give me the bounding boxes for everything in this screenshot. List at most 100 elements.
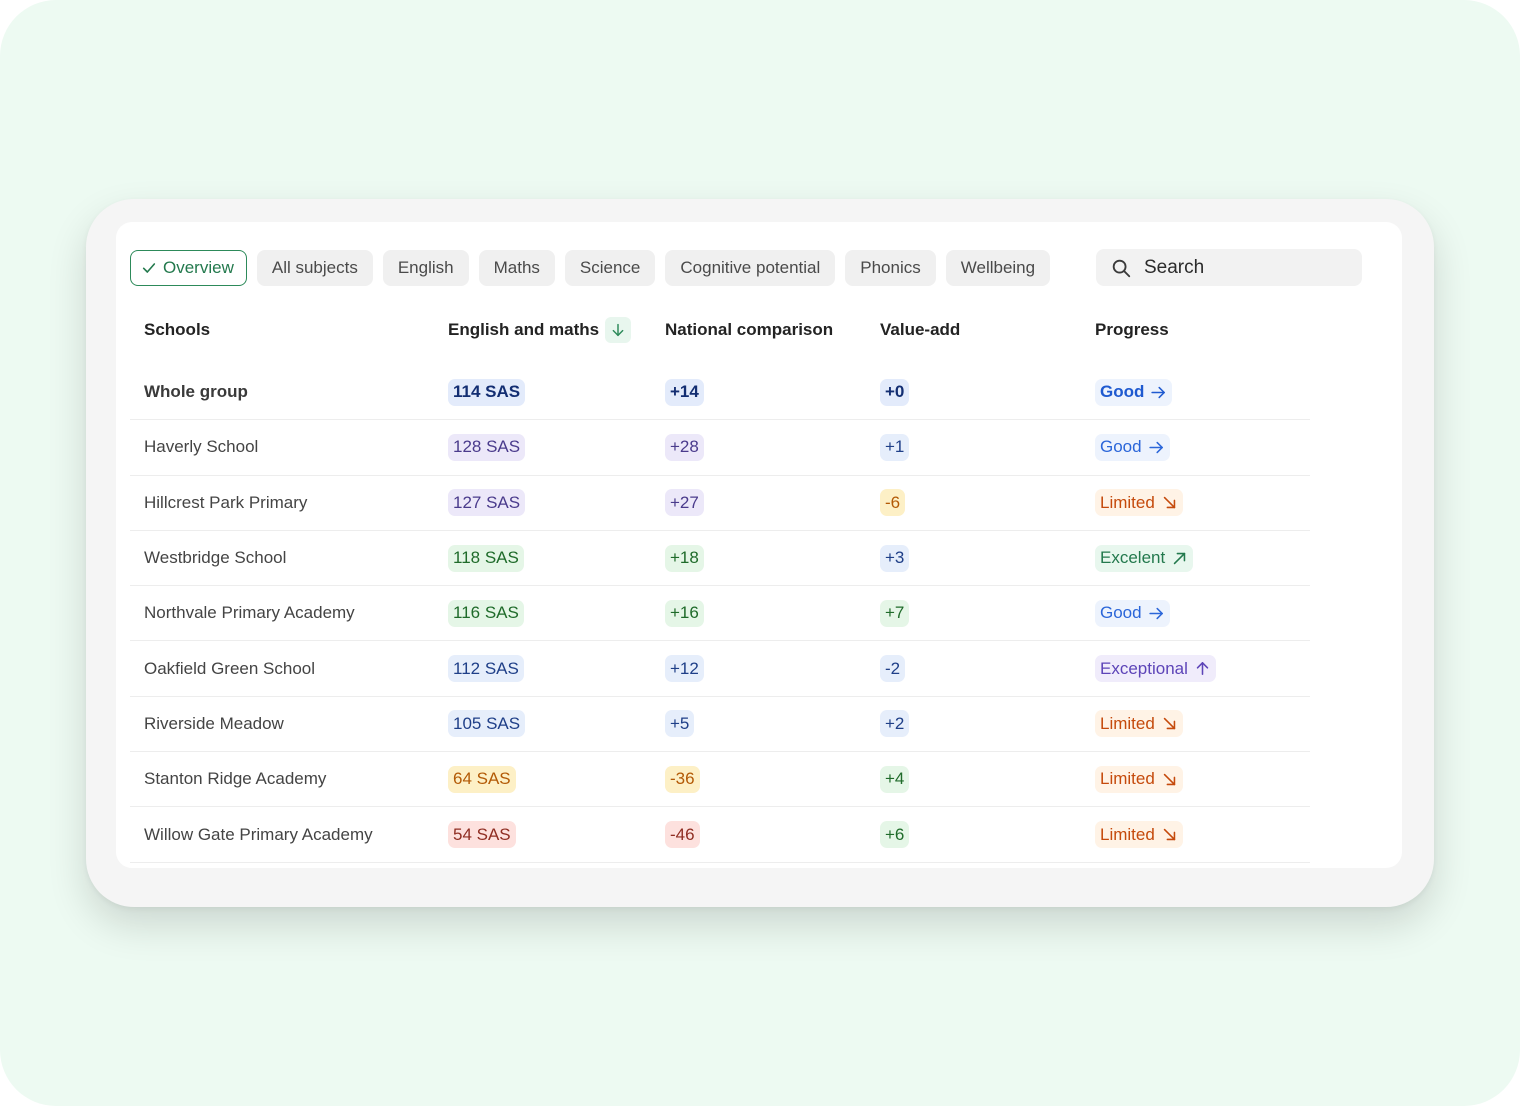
- school-name[interactable]: Oakfield Green School: [130, 659, 448, 679]
- school-name[interactable]: Haverly School: [130, 437, 448, 457]
- school-name[interactable]: Stanton Ridge Academy: [130, 769, 448, 789]
- schools-table: Schools English and maths National compa…: [130, 310, 1310, 863]
- score-badge: 64 SAS: [448, 765, 516, 793]
- school-name[interactable]: Whole group: [130, 382, 448, 402]
- progress-badge: Good: [1095, 599, 1170, 627]
- national-comparison-badge: -46: [665, 821, 700, 849]
- filter-chip-label: Maths: [493, 258, 540, 277]
- arrow-right-icon: [1148, 607, 1163, 620]
- arrow-right-icon: [1151, 386, 1166, 398]
- school-name[interactable]: Northvale Primary Academy: [130, 603, 448, 623]
- progress-cell: Limited: [1095, 489, 1310, 517]
- arrow-down-right-icon: [1163, 773, 1176, 785]
- progress-label: Limited: [1100, 769, 1155, 789]
- national-cell: -46: [665, 821, 880, 849]
- search-box[interactable]: [1096, 249, 1362, 286]
- national-cell: -36: [665, 765, 880, 793]
- value-add-badge: +7: [880, 599, 910, 627]
- score-cell: 54 SAS: [448, 821, 665, 849]
- score-cell: 128 SAS: [448, 433, 665, 461]
- header-value-add[interactable]: Value-add: [880, 320, 1095, 340]
- header-schools[interactable]: Schools: [130, 320, 448, 340]
- progress-badge: Limited: [1095, 821, 1183, 849]
- value-add-cell: +6: [880, 821, 1095, 849]
- national-comparison-badge: +14: [665, 378, 704, 406]
- score-badge: 118 SAS: [448, 544, 524, 572]
- school-name-text: Westbridge School: [144, 548, 287, 568]
- header-progress[interactable]: Progress: [1095, 320, 1310, 340]
- sort-button[interactable]: [605, 317, 632, 343]
- national-cell: +14: [665, 378, 880, 406]
- header-english-maths-label: English and maths: [448, 320, 600, 339]
- filter-chip-maths[interactable]: Maths: [478, 250, 555, 286]
- filter-chip-science[interactable]: Science: [564, 250, 656, 286]
- progress-cell: Limited: [1095, 821, 1310, 849]
- table-row[interactable]: Riverside Meadow 105 SAS +5 +2 Limited: [130, 697, 1310, 753]
- table-row[interactable]: Hillcrest Park Primary 127 SAS +27 -6 Limite…: [130, 476, 1310, 531]
- filter-chip-all-subjects[interactable]: All subjects: [256, 250, 373, 286]
- value-add-badge: +6: [880, 821, 910, 849]
- national-cell: +12: [665, 655, 880, 683]
- value-add-cell: -6: [880, 489, 1095, 517]
- table-row[interactable]: Willow Gate Primary Academy 54 SAS -46 +6 Li…: [130, 807, 1310, 863]
- filter-chip-overview[interactable]: Overview: [130, 250, 247, 286]
- school-name-text: Willow Gate Primary Academy: [144, 824, 373, 844]
- schools-panel: Overview All subjects English Maths Science C…: [116, 222, 1402, 868]
- value-add-badge: +2: [880, 710, 910, 738]
- score-cell: 127 SAS: [448, 489, 665, 517]
- national-cell: +16: [665, 599, 880, 627]
- value-add-badge: +0: [880, 378, 910, 406]
- score-badge: 128 SAS: [448, 433, 526, 461]
- value-add-badge: -2: [880, 655, 906, 683]
- header-national-comparison[interactable]: National comparison: [665, 320, 880, 340]
- school-name-text: Whole group: [144, 382, 248, 402]
- arrow-down-right-icon: [1163, 496, 1176, 509]
- filter-chip-english[interactable]: English: [382, 250, 469, 286]
- national-comparison-badge: +12: [665, 655, 704, 683]
- national-comparison-badge: +16: [665, 599, 704, 627]
- filter-chip-cognitive-potential[interactable]: Cognitive potential: [665, 250, 836, 286]
- table-row[interactable]: Northvale Primary Academy 116 SAS +16 +7 Goo…: [130, 586, 1310, 642]
- table-row[interactable]: Westbridge School 118 SAS +18 +3 Excelent: [130, 531, 1310, 587]
- value-add-cell: +1: [880, 433, 1095, 461]
- score-badge: 54 SAS: [448, 821, 516, 849]
- school-name[interactable]: Hillcrest Park Primary: [130, 493, 448, 513]
- device-frame: Overview All subjects English Maths Science C…: [86, 199, 1434, 907]
- score-cell: 114 SAS: [448, 378, 665, 406]
- score-badge: 105 SAS: [448, 710, 526, 738]
- school-name[interactable]: Willow Gate Primary Academy: [130, 825, 448, 845]
- score-cell: 112 SAS: [448, 655, 665, 683]
- school-name[interactable]: Westbridge School: [130, 548, 448, 568]
- filter-chip-label: Wellbeing: [960, 258, 1036, 277]
- search-input[interactable]: [1144, 256, 1344, 279]
- progress-badge: Good: [1095, 433, 1170, 461]
- value-add-cell: -2: [880, 655, 1095, 683]
- arrow-right-icon: [1148, 441, 1163, 454]
- filter-chip-phonics[interactable]: Phonics: [845, 250, 936, 286]
- arrow-up-right-icon: [1173, 552, 1186, 564]
- progress-label: Excelent: [1100, 548, 1166, 568]
- national-cell: +27: [665, 489, 880, 517]
- filter-chip-wellbeing[interactable]: Wellbeing: [945, 250, 1051, 286]
- score-cell: 118 SAS: [448, 544, 665, 572]
- table-body: Whole group 114 SAS +14 +0 Good Haverly Schoo…: [130, 365, 1310, 863]
- filter-chip-label: Phonics: [860, 258, 921, 277]
- national-cell: +28: [665, 433, 880, 461]
- national-comparison-badge: +27: [665, 489, 704, 517]
- filter-chip-label: Cognitive potential: [680, 258, 821, 277]
- national-cell: +18: [665, 544, 880, 572]
- progress-label: Exceptional: [1100, 658, 1188, 678]
- table-row[interactable]: Whole group 114 SAS +14 +0 Good: [130, 365, 1310, 421]
- school-name[interactable]: Riverside Meadow: [130, 714, 448, 734]
- filter-chip-label: English: [397, 258, 454, 277]
- table-row[interactable]: Oakfield Green School 112 SAS +12 -2 Excepti…: [130, 641, 1310, 697]
- school-name-text: Oakfield Green School: [144, 658, 316, 678]
- value-add-cell: +4: [880, 765, 1095, 793]
- table-row[interactable]: Stanton Ridge Academy 64 SAS -36 +4 Limited: [130, 752, 1310, 808]
- arrow-up-icon: [1196, 662, 1209, 676]
- table-row[interactable]: Haverly School 128 SAS +28 +1 Good: [130, 420, 1310, 476]
- school-name-text: Hillcrest Park Primary: [144, 492, 308, 512]
- school-name-text: Riverside Meadow: [144, 713, 284, 733]
- header-english-maths[interactable]: English and maths: [448, 317, 665, 343]
- value-add-cell: +7: [880, 599, 1095, 627]
